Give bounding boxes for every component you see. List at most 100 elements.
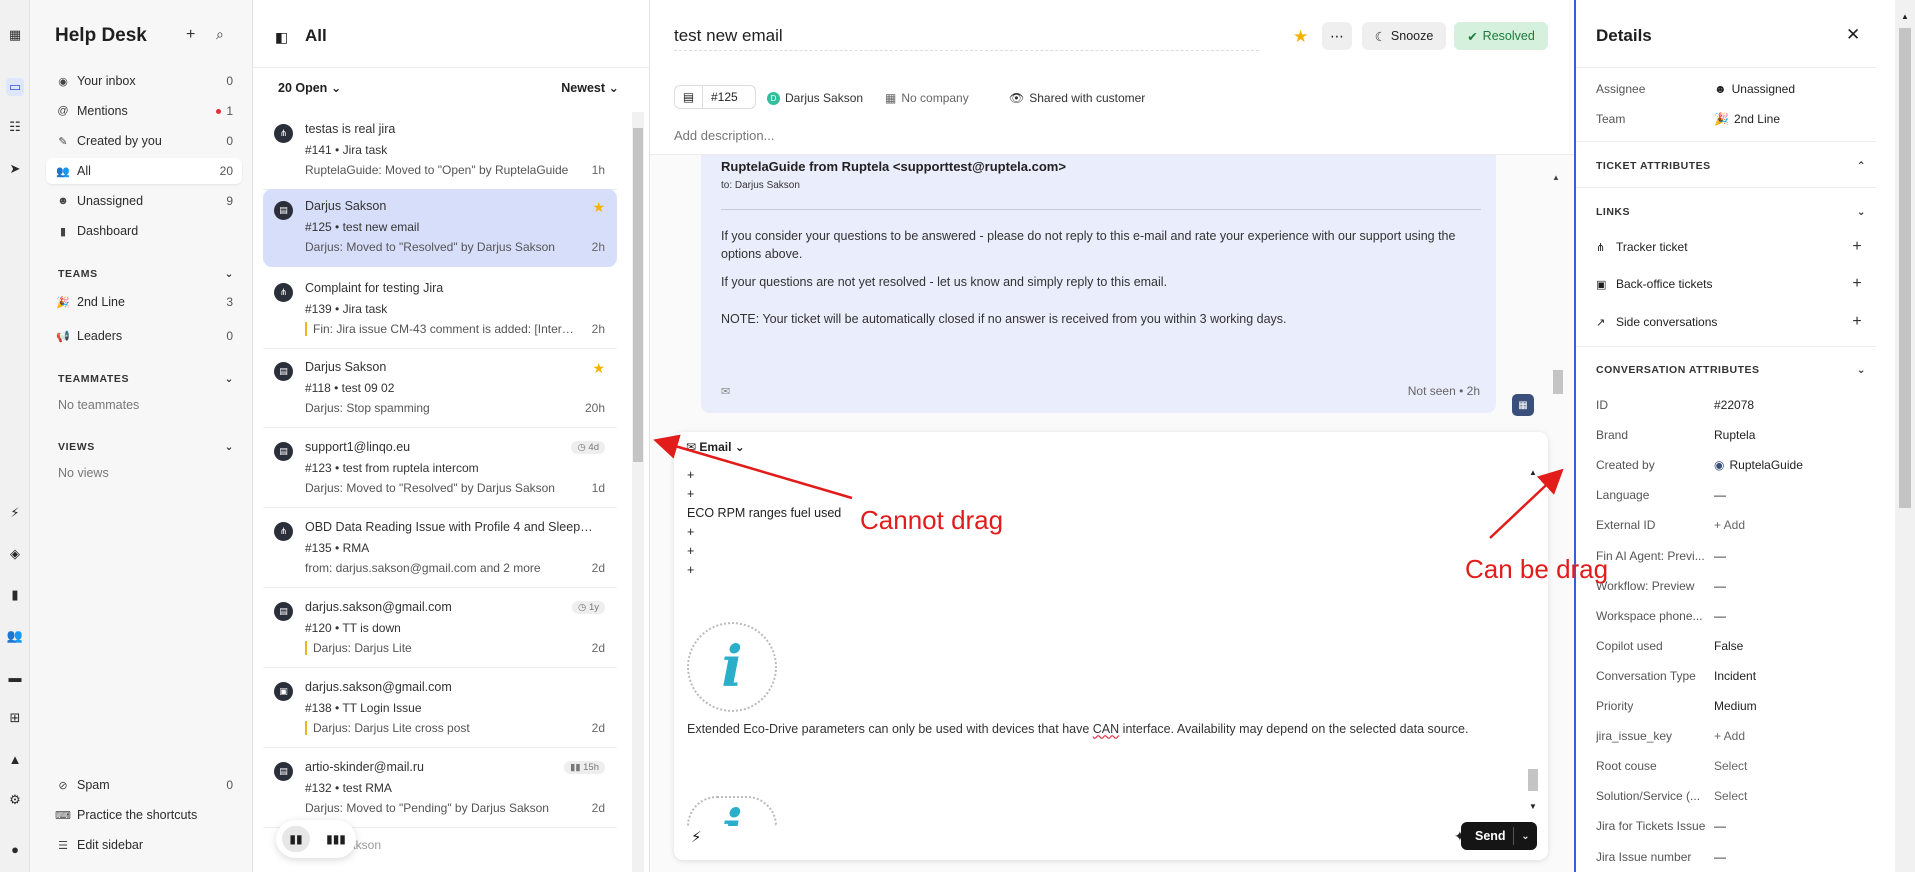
views-heading[interactable]: VIEWS ⌄ [58,441,234,453]
status-filter-dropdown[interactable]: 20 Open ⌄ [278,80,341,95]
attribute-value[interactable]: Select [1714,759,1747,773]
link-tracker-ticket[interactable]: ⋔ Tracker ticket + [1596,236,1868,258]
add-icon[interactable]: + [1846,236,1868,258]
composer-scrollbar[interactable]: ▲ ▼ [1526,432,1540,816]
people-icon[interactable]: 👥 [6,627,24,645]
add-icon[interactable]: + [1846,273,1868,295]
team-row[interactable]: Team 🎉 2nd Line [1596,112,1866,126]
settings-icon[interactable]: ⚙ [6,791,24,809]
ticket-card[interactable]: ⋔ testas is real jira #141 • Jira task R… [263,112,617,190]
ticket-card-selected[interactable]: ▤ Darjus Sakson ★ #125 • test new email … [263,189,617,267]
attribute-row[interactable]: Fin AI Agent: Previ... — [1596,549,1866,563]
attribute-row[interactable]: Solution/Service (... Select [1596,789,1866,803]
add-description-field[interactable]: Add description... [674,128,774,143]
more-options-button[interactable]: ⋯ [1322,22,1352,50]
ticket-card[interactable]: ▤ darjus.sakson@gmail.com ◷ 1y #120 • TT… [263,590,617,668]
ticket-id-chip[interactable]: ▤ #125 [674,85,756,109]
academy-icon[interactable]: ▲ [6,750,24,768]
conversation-title[interactable]: test new email [674,26,1259,51]
attribute-row[interactable]: Copilot used False [1596,639,1866,653]
contacts-icon[interactable]: ☷ [6,118,24,136]
sidebar-item-team-leaders[interactable]: 📢 Leaders 0 [46,323,242,349]
reply-composer[interactable]: ✉ Email ⌄ + + ECO RPM ranges fuel used +… [674,432,1548,860]
star-icon[interactable]: ★ [592,360,605,377]
send-icon[interactable]: ➤ [6,160,24,178]
bolt-icon[interactable]: ⚡ [691,828,702,846]
ticket-card[interactable]: ⋔ OBD Data Reading Issue with Profile 4 … [263,510,617,588]
visibility-chip[interactable]: 👁 Shared with customer [1009,88,1145,108]
attribute-row[interactable]: Jira Issue number — [1596,850,1866,864]
link-back-office-tickets[interactable]: ▣ Back-office tickets + [1596,273,1868,295]
attribute-value[interactable]: + Add [1714,729,1745,743]
plus-icon[interactable]: + [186,26,195,44]
inbox-icon[interactable]: ▭ [6,78,24,96]
ticket-card[interactable]: ▤ Darjus Sakson ★ #118 • test 09 02 Darj… [263,350,617,428]
attribute-row[interactable]: ID #22078 [1596,398,1866,412]
attribute-row[interactable]: Conversation Type Incident [1596,669,1866,683]
sidebar-item-team-2nd-line[interactable]: 🎉 2nd Line 3 [46,289,242,315]
scroll-up-icon[interactable]: ▲ [1901,12,1909,21]
ticket-card[interactable]: ▣ darjus.sakson@gmail.com #138 • TT Logi… [263,670,617,748]
sidebar-item-edit-sidebar[interactable]: ☰ Edit sidebar [46,832,242,858]
attribute-row[interactable]: Created by ◉ RuptelaGuide [1596,458,1866,472]
attribute-row[interactable]: Root couse Select [1596,759,1866,773]
attribute-row[interactable]: jira_issue_key + Add [1596,729,1866,743]
user-status-icon[interactable]: ● [6,840,24,858]
sidebar-item-spam[interactable]: ⊘ Spam 0 [46,772,242,798]
scroll-down-icon[interactable]: ▼ [1529,802,1537,811]
assignee-row[interactable]: Assignee ☻ Unassigned [1596,82,1866,96]
add-icon[interactable]: + [1846,311,1868,333]
list-scrollbar[interactable] [632,112,644,872]
teams-heading[interactable]: TEAMS ⌄ [58,268,234,280]
ticket-card[interactable]: ⋔ Complaint for testing Jira #139 • Jira… [263,271,617,349]
info-image[interactable]: i [687,622,777,712]
three-column-layout-icon[interactable]: ▮▮▮ [322,826,350,852]
teammates-heading[interactable]: TEAMMATES ⌄ [58,373,234,385]
star-icon[interactable]: ★ [592,199,605,216]
scroll-up-icon[interactable]: ▲ [1552,173,1560,182]
attribute-row[interactable]: Language — [1596,488,1866,502]
layers-icon[interactable]: ◈ [6,545,24,563]
links-section[interactable]: LINKS ⌄ [1596,206,1866,218]
ticket-card[interactable]: ▤ artio-skinder@mail.ru ▮▮ 15h #132 • te… [263,750,617,828]
ticket-card[interactable]: ▤ support1@linqo.eu ◷ 4d #123 • test fro… [263,430,617,508]
chevron-down-icon[interactable]: ⌄ [1513,827,1537,845]
attribute-row[interactable]: Brand Ruptela [1596,428,1866,442]
thread-scrollbar-thumb[interactable] [1553,370,1563,394]
sidebar-item-dashboard[interactable]: ▮ Dashboard [46,218,242,244]
reports-icon[interactable]: ▮ [6,586,24,604]
sort-dropdown[interactable]: Newest ⌄ [561,80,619,95]
info-image[interactable]: i [687,796,777,826]
ticket-attributes-section[interactable]: TICKET ATTRIBUTES ⌃ [1596,160,1866,172]
conversation-attributes-section[interactable]: CONVERSATION ATTRIBUTES ⌄ [1596,364,1866,376]
attribute-row[interactable]: Workflow: Preview — [1596,579,1866,593]
sidebar-item-practice-shortcuts[interactable]: ⌨ Practice the shortcuts [46,802,242,828]
bolt-icon[interactable]: ⚡ [6,504,24,522]
customer-chip[interactable]: D Darjus Sakson [767,88,863,108]
apps-icon[interactable]: ⊞ [6,709,24,727]
attribute-row[interactable]: External ID + Add [1596,518,1866,532]
resolved-button[interactable]: ✔ Resolved [1454,22,1548,50]
thread-scrollbar[interactable]: ▲ [1552,165,1564,425]
close-icon[interactable]: ✕ [1846,25,1860,45]
attribute-value[interactable]: + Add [1714,518,1745,532]
company-chip[interactable]: ▦ No company [885,88,969,108]
attribute-value[interactable]: Select [1714,789,1747,803]
link-side-conversations[interactable]: ↗ Side conversations + [1596,311,1868,333]
intercom-logo-icon[interactable]: ▦ [6,26,24,44]
list-scrollbar-thumb[interactable] [633,128,643,462]
star-icon[interactable]: ★ [1293,27,1308,47]
snooze-button[interactable]: ☾ Snooze [1362,22,1446,50]
send-button[interactable]: Send ⌄ [1461,822,1537,850]
page-scrollbar[interactable]: ▲ [1895,0,1915,872]
page-scrollbar-thumb[interactable] [1899,28,1911,508]
attribute-row[interactable]: Workspace phone... — [1596,609,1866,623]
sidebar-toggle-icon[interactable]: ◧ [275,29,288,46]
attribute-row[interactable]: Priority Medium [1596,699,1866,713]
sidebar-item-created-by-you[interactable]: ✎ Created by you 0 [46,128,242,154]
scroll-up-icon[interactable]: ▲ [1529,468,1537,477]
composer-scrollbar-thumb[interactable] [1528,769,1538,791]
two-column-layout-icon[interactable]: ▮▮ [282,826,310,852]
channel-selector[interactable]: ✉ Email ⌄ [686,440,745,454]
search-icon[interactable]: ⌕ [216,26,224,43]
